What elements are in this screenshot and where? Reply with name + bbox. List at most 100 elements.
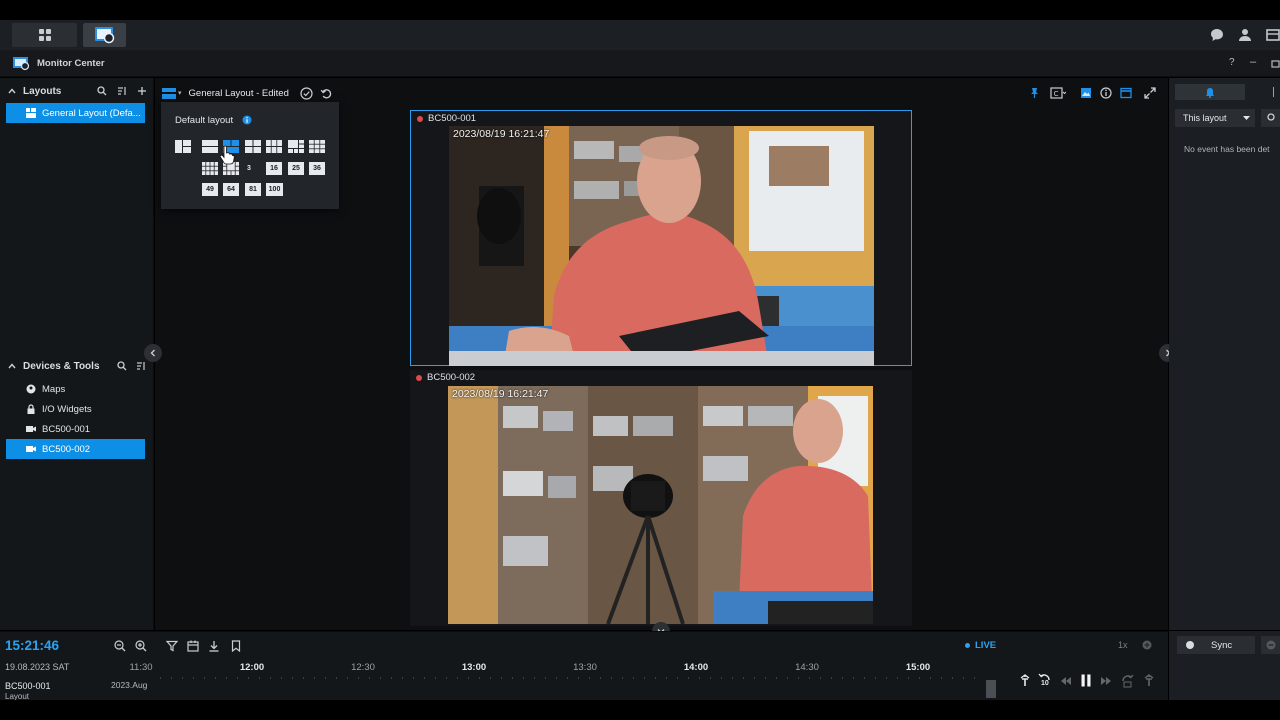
layout-81-option[interactable]: 81 [245,183,261,196]
rewind-10-button[interactable]: 10 [1038,673,1052,689]
layout-1-plus-2-icon[interactable] [175,140,191,153]
svg-text:C: C [1054,90,1059,98]
layout-title: General Layout - Edited [188,87,289,99]
forward-10-icon[interactable] [1121,674,1134,688]
layout-3x3-icon[interactable] [309,140,325,153]
map-pin-icon [26,384,36,394]
tab-icon [1272,87,1277,97]
filter-icon[interactable] [166,640,178,652]
chat-button[interactable] [1209,27,1225,43]
pin-icon[interactable] [1029,87,1040,99]
rewind-seconds: 10 [1041,680,1049,687]
sync-label: Sync [1211,639,1233,651]
device-item-maps[interactable]: Maps [6,379,145,399]
event-panel: This layout No event has been det [1169,78,1280,630]
stream-profile-icon[interactable]: C [1050,87,1066,99]
devices-section-header[interactable]: Devices & Tools [0,356,154,376]
search-icon[interactable] [97,86,107,96]
minimize-button[interactable]: – [1250,56,1256,68]
window-icon[interactable] [1120,87,1132,99]
layout-100-option[interactable]: 100 [266,183,283,196]
maximize-icon[interactable] [1271,59,1280,68]
layout-4x3-icon[interactable] [202,162,218,175]
layout-blue-icon [162,87,176,99]
empty-events-text: No event has been det [1184,144,1270,154]
layouts-section-header[interactable]: Layouts [0,81,154,101]
layout-36-option[interactable]: 36 [309,162,325,175]
info-icon[interactable] [242,115,252,125]
speed-up-button[interactable] [1139,636,1155,654]
current-time: 15:21:46 [5,638,60,653]
timeline-scrollbar[interactable] [986,680,996,698]
video-feed-2[interactable]: 2023/08/19 16:21:47 [448,386,873,624]
camera-label: BC500-001 [417,113,476,124]
zoom-out-icon[interactable] [114,640,126,652]
next-event-icon[interactable] [1143,674,1155,688]
device-item-bc500-002[interactable]: BC500-002 [6,439,145,459]
layout-popover: Default layout 3 16 25 36 49 64 81 100 [161,102,339,209]
camera-tile-bc500-002[interactable]: BC500-002 2023/08/19 16:21:47 [410,370,912,626]
second-tab[interactable] [1251,84,1280,100]
step-back-icon[interactable] [1060,676,1072,686]
timeline-ruler[interactable] [160,677,982,679]
bookmark-icon[interactable] [230,640,242,652]
live-indicator[interactable]: LIVE [965,640,996,651]
user-button[interactable] [1237,27,1253,43]
monitor-center-icon [94,27,114,44]
lock-icon [27,404,35,414]
layout-49-option[interactable]: 49 [202,183,218,196]
speed-down-button[interactable] [1261,636,1280,654]
sidebar: Layouts General Layout (Defa... Devices … [0,78,154,630]
save-check-icon[interactable] [300,87,313,100]
event-filter-dropdown[interactable]: This layout [1175,109,1255,127]
speed-value: 1x [1118,640,1128,650]
help-button[interactable]: ? [1229,57,1235,68]
collapse-left-button[interactable] [144,344,162,362]
window-list-icon [1265,29,1280,41]
layout-3-option[interactable]: 3 [241,162,257,175]
video-frame-image [449,126,874,366]
tick-label: 15:00 [905,662,931,673]
add-icon[interactable] [137,86,147,96]
monitor-center-task-button[interactable] [83,23,126,47]
timeline-panel: 15:21:46 19.08.2023 SAT LIVE 11:30 12:00… [0,631,1168,701]
layout-2x3-icon[interactable] [266,140,282,153]
layout-icon [26,108,36,118]
record-dot-icon [417,115,423,122]
layout-item-general[interactable]: General Layout (Defa... [6,103,145,123]
fullscreen-icon[interactable] [1144,87,1156,99]
tick-label: 14:00 [683,662,709,673]
previous-event-icon[interactable] [1019,674,1031,688]
device-item-io-widgets[interactable]: I/O Widgets [6,399,145,419]
sort-icon[interactable] [136,361,146,371]
sync-toggle[interactable]: Sync [1177,636,1255,654]
camera-tile-bc500-001[interactable]: BC500-001 2023/08/19 16:21:47 [410,110,912,366]
layout-64-option[interactable]: 64 [223,183,239,196]
layout-1-plus-5-icon[interactable] [288,140,304,153]
step-forward-icon[interactable] [1100,676,1112,686]
live-dot-icon [965,643,970,648]
options-button[interactable] [1265,27,1280,43]
sort-icon[interactable] [117,86,127,96]
search-icon[interactable] [117,361,127,371]
tick-label: 13:30 [573,662,597,673]
zoom-in-icon[interactable] [135,640,147,652]
bell-icon [1205,87,1215,98]
layout-1x2-icon[interactable] [202,140,218,153]
image-settings-icon[interactable] [1080,87,1092,99]
layout-2x2-icon[interactable] [245,140,261,153]
info-icon[interactable] [1100,87,1112,99]
main-menu-button[interactable] [12,23,77,47]
calendar-icon[interactable] [187,640,199,652]
popover-title: Default layout [175,115,234,126]
layout-16-option[interactable]: 16 [266,162,282,175]
device-item-label: BC500-001 [42,423,91,435]
video-feed-1[interactable]: 2023/08/19 16:21:47 [449,126,874,366]
pause-icon[interactable] [1080,674,1092,687]
notifications-tab[interactable] [1175,84,1245,100]
undo-icon[interactable] [320,87,333,100]
event-search-button[interactable] [1261,109,1280,127]
device-item-bc500-001[interactable]: BC500-001 [6,419,145,439]
download-icon[interactable] [208,640,220,652]
layout-25-option[interactable]: 25 [288,162,304,175]
